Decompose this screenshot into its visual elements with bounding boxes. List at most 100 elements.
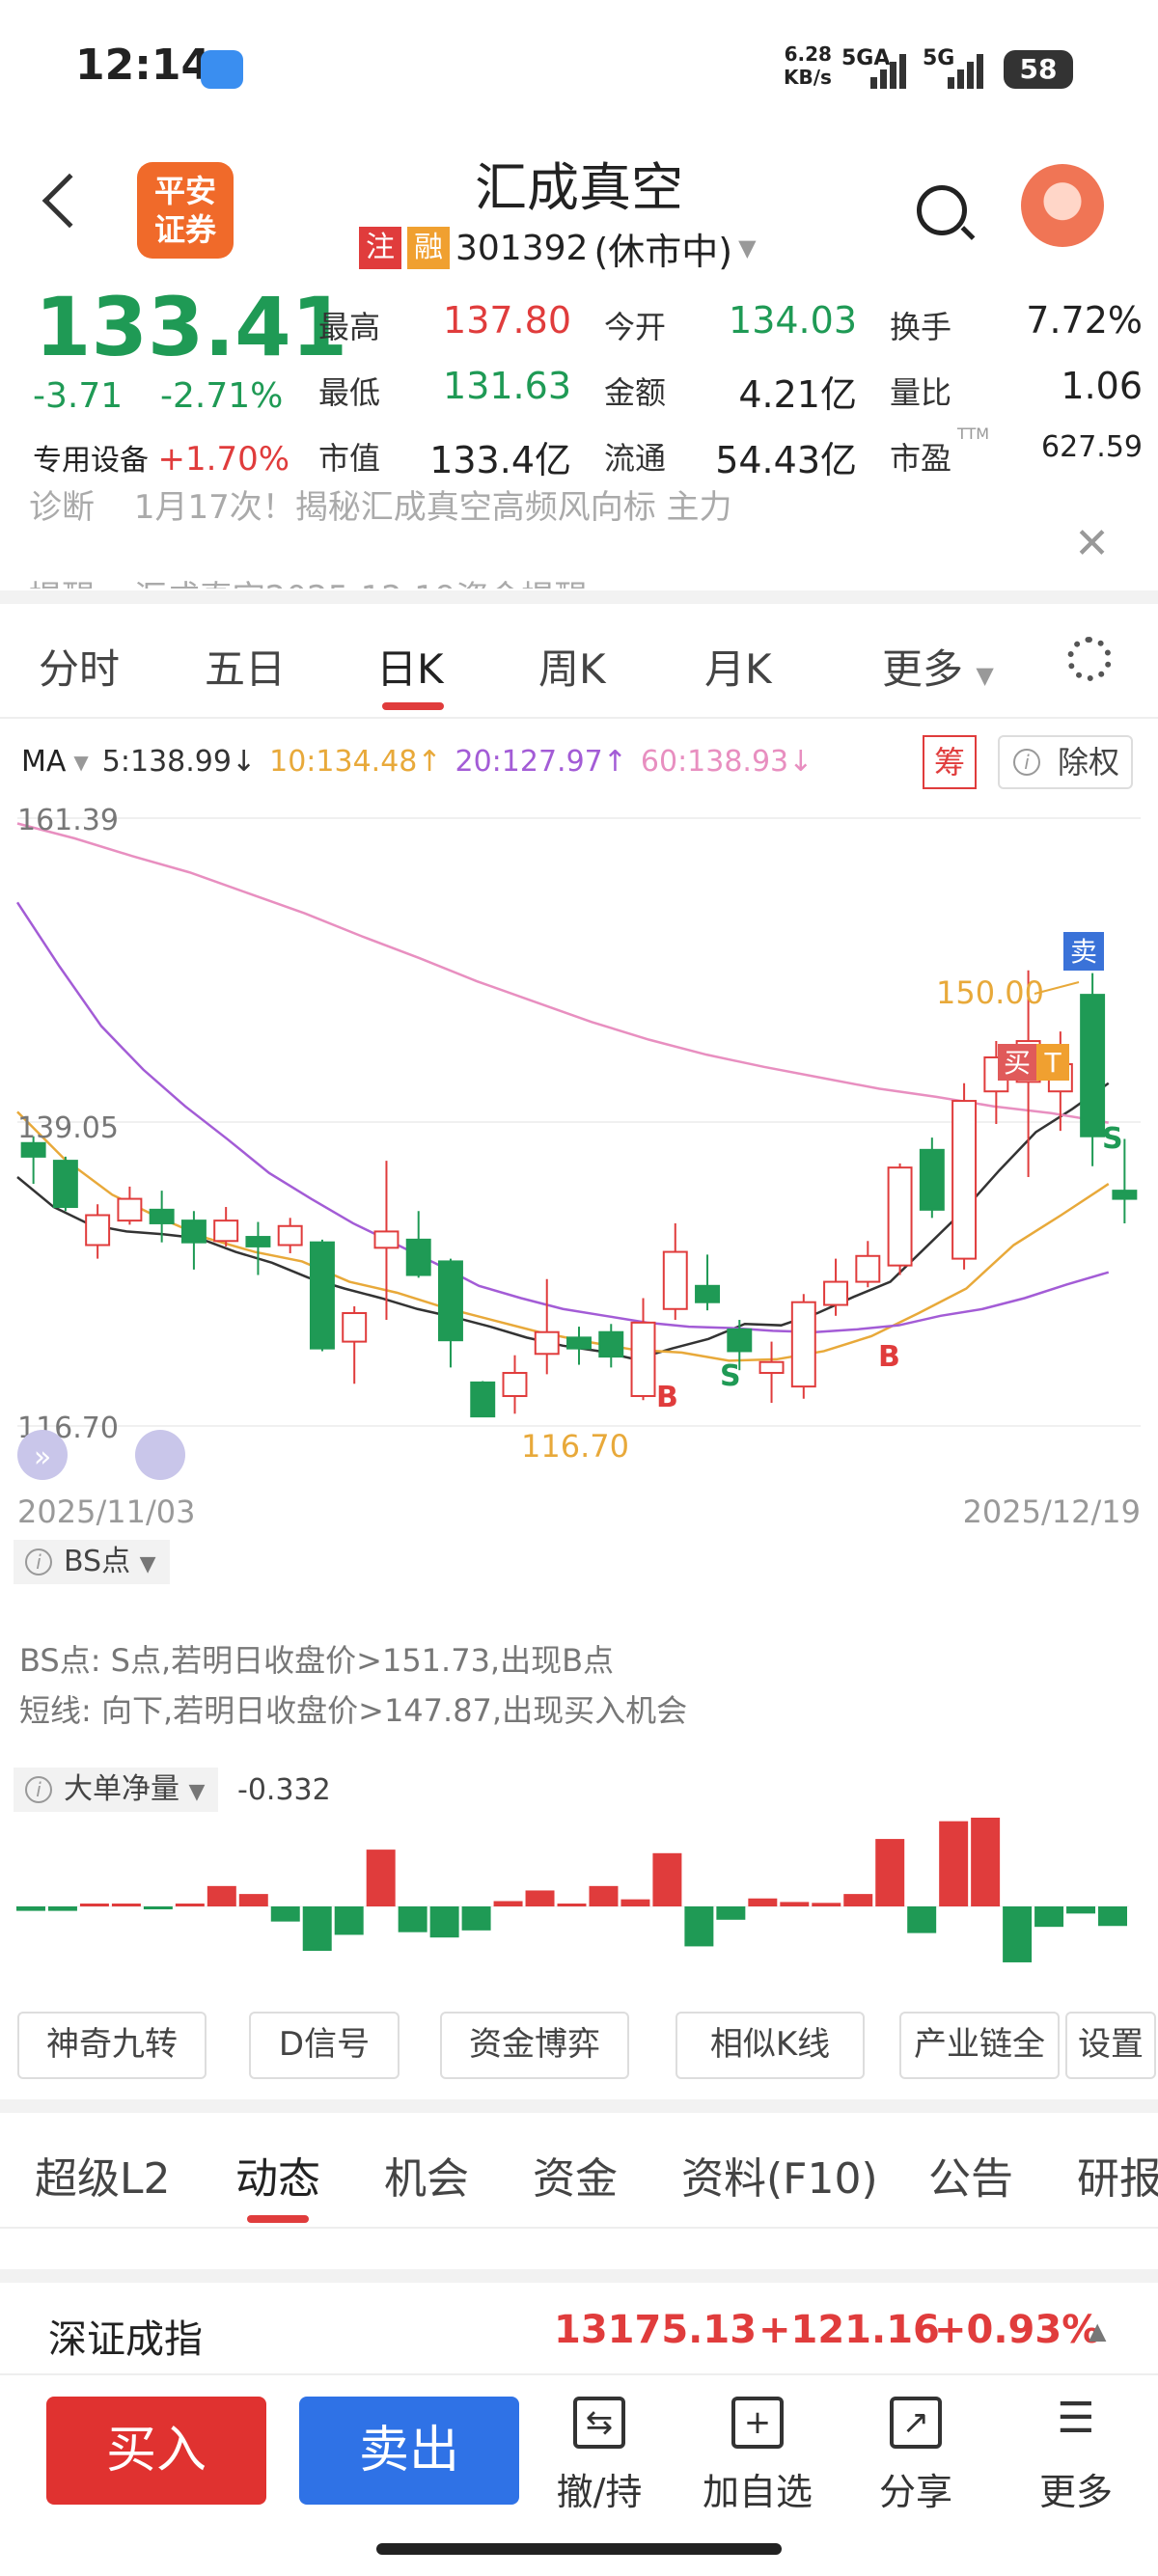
date-end-label: 2025/12/19 bbox=[963, 1494, 1141, 1530]
candle-body bbox=[630, 1321, 656, 1397]
candle-body bbox=[727, 1328, 753, 1353]
candle bbox=[180, 1211, 207, 1270]
withdraw-icon: ⇆ bbox=[573, 2397, 625, 2449]
bs-label: BS点 bbox=[64, 1545, 131, 1578]
candle-body bbox=[1080, 994, 1106, 1137]
withdraw-button[interactable]: ⇆ 撤/持 bbox=[537, 2397, 662, 2515]
stock-subtitle[interactable]: 注 融 301392 (休市中) ▼ bbox=[359, 224, 757, 273]
sell-button[interactable]: 卖出 bbox=[299, 2397, 519, 2505]
tool-nine-turn[interactable]: 神奇九转 bbox=[17, 2012, 207, 2079]
margin-tag-zhu: 注 bbox=[359, 227, 401, 269]
buy-button[interactable]: 买入 bbox=[46, 2397, 266, 2505]
tab-announcements[interactable]: 公告 bbox=[928, 2144, 1013, 2206]
chip-distribution-button[interactable]: 筹 bbox=[923, 735, 977, 789]
candle bbox=[277, 1218, 303, 1253]
draw-tool-icon[interactable] bbox=[135, 1430, 185, 1480]
quote-value: 137.80 bbox=[443, 299, 571, 342]
tab-dynamics[interactable]: 动态 bbox=[235, 2144, 320, 2206]
info-icon: i bbox=[25, 1776, 52, 1803]
withdraw-label: 撤/持 bbox=[556, 2471, 643, 2513]
buy-tag: 买 bbox=[1004, 1047, 1031, 1079]
tool-d-signal[interactable]: D信号 bbox=[249, 2012, 400, 2079]
candle-body bbox=[342, 1311, 368, 1343]
sell-tag: 卖 bbox=[1070, 936, 1097, 968]
candle bbox=[309, 1239, 335, 1352]
index-row[interactable]: 深证成指 13175.13 +121.16 +0.93% ▲ bbox=[0, 2269, 1158, 2375]
tool-industry-chain[interactable]: 产业链全 bbox=[899, 2012, 1060, 2079]
index-change-pct: +0.93% bbox=[934, 2308, 1101, 2352]
signal-bars-icon bbox=[948, 54, 983, 89]
tab-super-l2[interactable]: 超级L2 bbox=[35, 2144, 171, 2206]
add-watch-button[interactable]: + 加自选 bbox=[695, 2397, 820, 2515]
share-button[interactable]: ↗ 分享 bbox=[853, 2397, 979, 2515]
tab-f10[interactable]: 资料(F10) bbox=[681, 2144, 878, 2206]
ma-legend[interactable]: MA ▼ 5:138.99↓ 10:134.48↑ 20:127.97↑ 60:… bbox=[21, 745, 813, 779]
tab-research[interactable]: 研报 bbox=[1077, 2144, 1158, 2206]
candle bbox=[85, 1204, 111, 1259]
index-name: 深证成指 bbox=[48, 2317, 203, 2362]
home-indicator[interactable] bbox=[376, 2543, 782, 2555]
candle bbox=[919, 1137, 945, 1219]
sector-change[interactable]: 专用设备 +1.70% bbox=[33, 436, 290, 479]
ex-rights-button[interactable]: i 除权 bbox=[998, 735, 1133, 789]
dadan-indicator-selector[interactable]: i 大单净量 ▼ bbox=[14, 1768, 219, 1812]
dadan-bar bbox=[398, 1906, 427, 1932]
close-icon[interactable]: ✕ bbox=[1074, 519, 1110, 568]
dadan-bar bbox=[1066, 1906, 1096, 1914]
dadan-bar bbox=[1003, 1906, 1033, 1962]
avatar[interactable] bbox=[1021, 164, 1104, 247]
gear-icon[interactable] bbox=[1067, 637, 1112, 681]
bs-point-text: BS点: S点,若明日收盘价>151.73,出现B点 bbox=[19, 1642, 615, 1679]
more-button[interactable]: ☰ 更多 bbox=[1013, 2397, 1139, 2515]
candle-body bbox=[405, 1238, 431, 1276]
candle-body bbox=[919, 1148, 945, 1211]
dadan-bar bbox=[461, 1906, 491, 1931]
dadan-bar bbox=[493, 1901, 523, 1906]
candle-body bbox=[245, 1236, 271, 1247]
dadan-bar bbox=[1098, 1906, 1127, 1927]
tab-more[interactable]: 更多 ▼ bbox=[882, 637, 994, 696]
ma60-value: 60:138.93↓ bbox=[640, 745, 813, 779]
divider bbox=[0, 590, 1158, 604]
chevron-up-icon[interactable]: ▲ bbox=[1089, 2317, 1106, 2344]
candle-body bbox=[437, 1260, 463, 1342]
news-ticker[interactable]: 诊断 1月17次！揭秘汇成真空高频风向标 主力 提醒 汇成真空2025-12-1… bbox=[29, 482, 1129, 589]
kline-chart[interactable]: 161.39 139.05 116.70 2025/11/03 2025/12/… bbox=[0, 801, 1158, 1544]
tool-settings[interactable]: 设置 bbox=[1065, 2012, 1156, 2079]
quote-label: 流通 bbox=[604, 440, 667, 477]
clock: 12:14 bbox=[75, 41, 211, 90]
margin-tag-rong: 融 bbox=[407, 227, 450, 269]
back-icon[interactable] bbox=[41, 173, 97, 229]
candle-body bbox=[117, 1197, 143, 1222]
dadan-bar bbox=[302, 1906, 332, 1951]
s-mark: S bbox=[1102, 1122, 1123, 1156]
search-icon[interactable] bbox=[917, 185, 967, 235]
index-value: 13175.13 bbox=[554, 2308, 758, 2352]
tab-weekly-k[interactable]: 周K bbox=[538, 637, 606, 696]
ma-label: MA bbox=[21, 745, 67, 779]
signal-bars-icon bbox=[870, 54, 906, 89]
tab-daily-k[interactable]: 日K bbox=[376, 637, 444, 696]
high-price-marker: 150.00 bbox=[936, 974, 1044, 1011]
candle bbox=[662, 1222, 688, 1321]
dadan-chart[interactable] bbox=[0, 1814, 1158, 2007]
candle-body bbox=[85, 1214, 111, 1247]
tab-5day[interactable]: 五日 bbox=[205, 637, 286, 696]
dadan-bar bbox=[47, 1906, 77, 1911]
b-mark: B bbox=[878, 1340, 900, 1374]
tab-monthly-k[interactable]: 月K bbox=[704, 637, 772, 696]
candle-body bbox=[598, 1330, 624, 1358]
tab-opportunity[interactable]: 机会 bbox=[384, 2144, 469, 2206]
bs-indicator-selector[interactable]: i BS点 ▼ bbox=[14, 1540, 170, 1584]
dadan-bar bbox=[812, 1903, 841, 1906]
ma-line-ma5 bbox=[16, 1082, 1110, 1361]
quote-label: 今开 bbox=[604, 309, 667, 345]
tab-intraday[interactable]: 分时 bbox=[39, 637, 120, 696]
chevron-down-icon: ▼ bbox=[976, 662, 994, 689]
tool-similar-k[interactable]: 相似K线 bbox=[676, 2012, 865, 2079]
tab-funds[interactable]: 资金 bbox=[533, 2144, 618, 2206]
more-icon: ☰ bbox=[1057, 2394, 1095, 2443]
tool-fund-game[interactable]: 资金博弈 bbox=[440, 2012, 629, 2079]
price-change-pct: -2.71% bbox=[160, 376, 284, 416]
quote-value: 54.43亿 bbox=[715, 439, 857, 481]
